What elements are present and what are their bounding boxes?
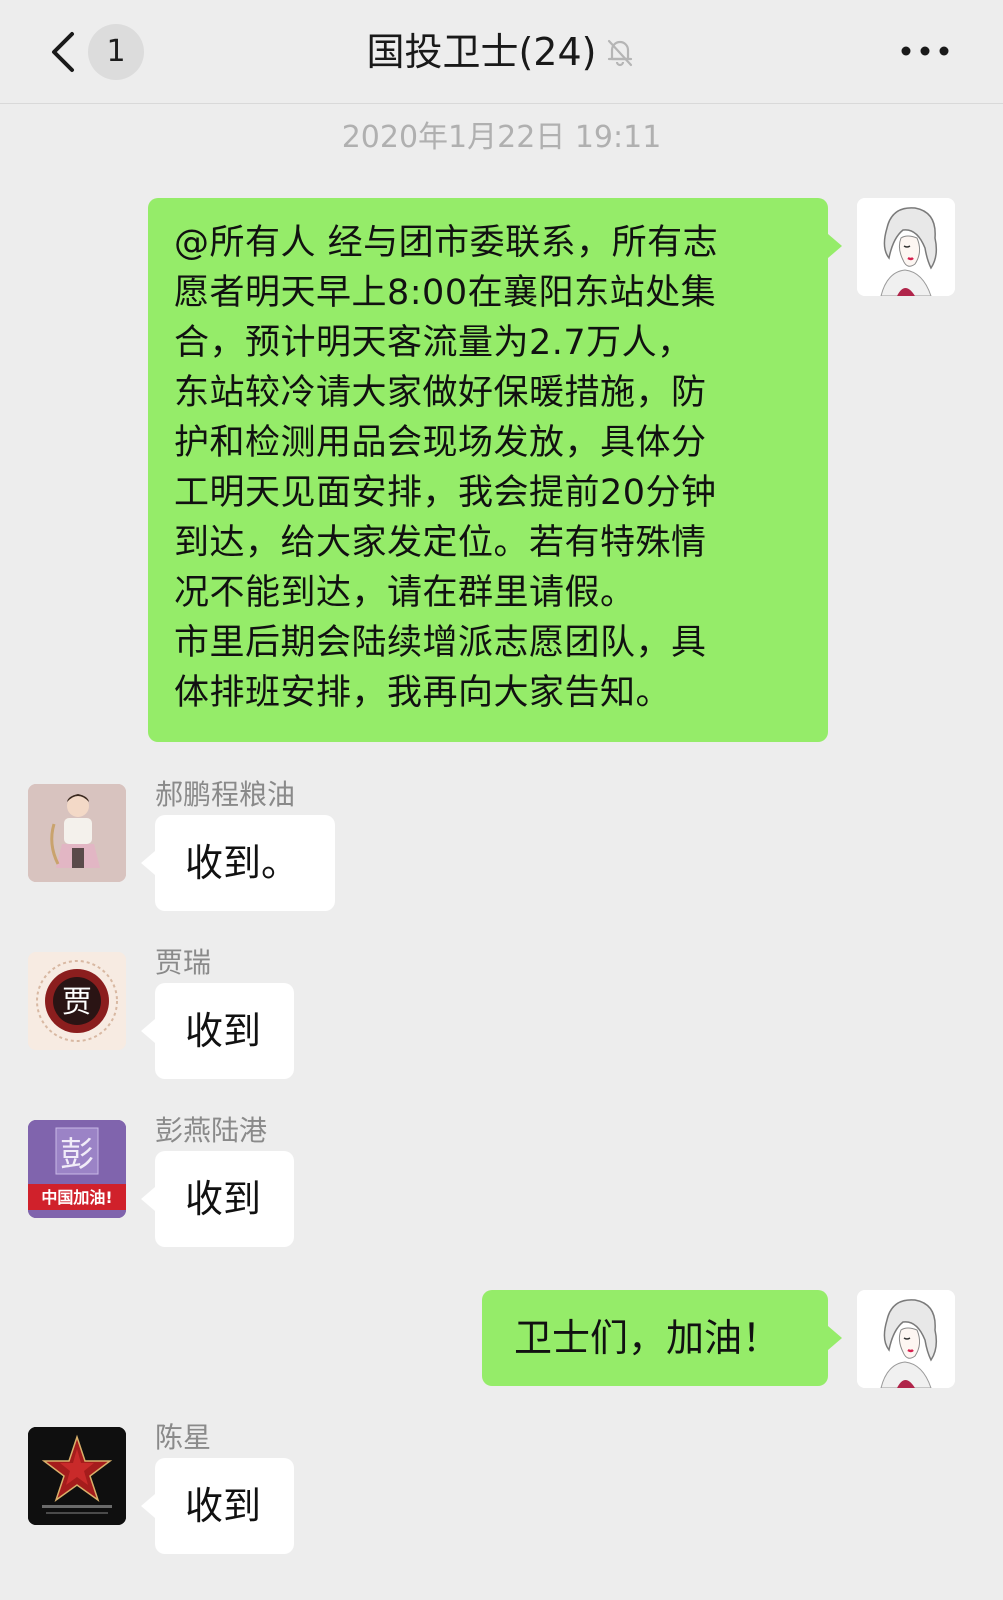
avatar-char: 彭 <box>60 1135 94 1175</box>
bottom-edge <box>0 1580 1003 1600</box>
avatar-banner-text: 中国加油! <box>41 1188 112 1207</box>
message-bubble-announcement[interactable]: @所有人 经与团市委联系，所有志 愿者明天早上8:00在襄阳东站处集 合，预计明… <box>148 198 842 742</box>
sender-name: 贾瑞 <box>155 946 212 979</box>
message-text: @所有人 经与团市委联系，所有志 愿者明天早上8:00在襄阳东站处集 合，预计明… <box>174 223 719 713</box>
message-text: 收到 <box>185 1009 262 1053</box>
bubble-tail <box>141 1019 155 1043</box>
red-star-avatar-image <box>28 1427 126 1525</box>
more-horizontal-icon[interactable] <box>898 36 952 66</box>
message-bubble-received[interactable]: 收到 <box>141 983 294 1079</box>
message-text: 收到 <box>185 1484 262 1528</box>
message-bubble-sent[interactable]: 卫士们，加油！ <box>482 1290 842 1386</box>
bubble-tail <box>141 1187 155 1211</box>
bell-off-icon <box>607 39 632 67</box>
seal-avatar-image: 贾 <box>28 952 126 1050</box>
message-text: 收到 <box>185 1177 262 1221</box>
message-bubble-received[interactable]: 收到 <box>141 1458 294 1554</box>
chat-title-container: 国投卫士(24) <box>0 24 1003 80</box>
sender-name: 彭燕陆港 <box>155 1114 268 1147</box>
message-bubble-received[interactable]: 收到。 <box>141 815 335 911</box>
sender-avatar-jia[interactable]: 贾 <box>28 952 126 1050</box>
sender-avatar-peng[interactable]: 彭 中国加油! <box>28 1120 126 1218</box>
message-bubble-received[interactable]: 收到 <box>141 1151 294 1247</box>
chat-header: 1 国投卫士(24) <box>0 0 1003 104</box>
message-timestamp: 2020年1月22日 19:11 <box>341 120 662 155</box>
bubble-tail <box>828 1326 842 1350</box>
bubble-tail <box>141 1494 155 1518</box>
china-jiayou-avatar-image: 彭 中国加油! <box>28 1120 126 1218</box>
avatar-seal-char: 贾 <box>62 985 92 1020</box>
chat-title: 国投卫士(24) <box>366 30 597 74</box>
message-text: 收到。 <box>185 841 300 885</box>
message-text: 卫士们，加油！ <box>514 1316 781 1360</box>
sender-name: 陈星 <box>155 1421 212 1454</box>
child-photo-avatar-image <box>28 784 126 882</box>
my-avatar[interactable] <box>857 1290 955 1388</box>
sender-name: 郝鹏程粮油 <box>155 778 296 811</box>
my-avatar[interactable] <box>857 198 955 296</box>
girl-sketch-avatar-image <box>857 198 955 296</box>
sender-avatar-hao[interactable] <box>28 784 126 882</box>
sender-avatar-chen[interactable] <box>28 1427 126 1525</box>
bubble-tail <box>141 851 155 875</box>
girl-sketch-avatar-image <box>857 1290 955 1388</box>
bubble-tail <box>828 234 842 258</box>
